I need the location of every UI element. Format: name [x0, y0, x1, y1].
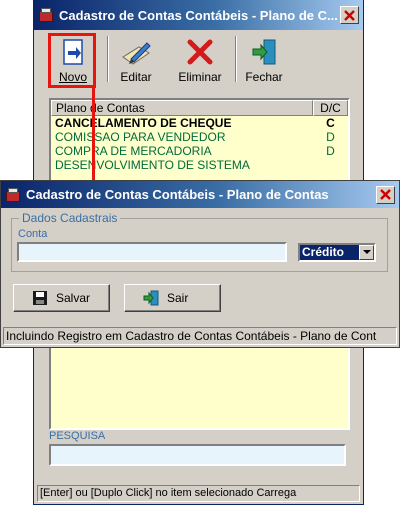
close-icon — [380, 189, 391, 200]
salvar-button[interactable]: Salvar — [13, 284, 110, 312]
column-header-plano[interactable]: Plano de Contas — [51, 100, 313, 116]
search-label: PESQUISA — [49, 430, 106, 442]
main-window-title: Cadastro de Contas Contábeis - Plano de … — [59, 7, 338, 23]
search-input[interactable] — [49, 444, 346, 466]
fechar-button[interactable]: Fechar — [237, 34, 291, 86]
conta-label: Conta — [18, 228, 48, 240]
novo-highlight-box — [48, 33, 96, 88]
cell-dc — [313, 158, 348, 172]
eliminar-label: Eliminar — [178, 70, 222, 84]
delete-x-icon — [183, 36, 217, 68]
cell-dc: D — [326, 130, 335, 144]
cell-dc: D — [326, 144, 335, 158]
table-row[interactable]: DESENVOLVIMENTO DE SISTEMA — [51, 158, 348, 172]
eliminar-button[interactable]: Eliminar — [168, 34, 232, 86]
dropdown-arrow-button[interactable] — [359, 245, 374, 260]
close-icon — [344, 9, 355, 21]
editar-button[interactable]: Editar — [109, 34, 163, 86]
save-disk-icon — [32, 290, 48, 306]
main-window-titlebar[interactable]: Cadastro de Contas Contábeis - Plano de … — [34, 0, 363, 30]
cell-conta: COMPRA DE MERCADORIA — [55, 144, 212, 158]
editar-label: Editar — [120, 70, 152, 84]
cell-dc: C — [326, 116, 335, 130]
dialog-window: Cadastro de Contas Contábeis - Plano de … — [0, 180, 400, 348]
group-label: Dados Cadastrais — [19, 211, 121, 225]
dialog-close-button[interactable] — [376, 185, 395, 204]
edit-pencil-icon — [119, 36, 153, 68]
dialog-status-bar: Incluindo Registro em Cadastro de Contas… — [3, 327, 397, 345]
exit-door-icon — [247, 36, 281, 68]
app-icon — [38, 7, 54, 23]
sair-button[interactable]: Sair — [124, 284, 221, 312]
app-icon — [5, 187, 21, 203]
salvar-label: Salvar — [56, 291, 91, 305]
fechar-label: Fechar — [245, 70, 283, 84]
status-bar: [Enter] ou [Duplo Click] no item selecio… — [37, 485, 360, 502]
close-button[interactable] — [340, 6, 359, 24]
annotation-arrow-line — [92, 86, 95, 188]
dc-select[interactable]: Crédito — [298, 243, 376, 262]
exit-door-icon — [143, 290, 159, 306]
dc-select-value: Crédito — [300, 245, 359, 260]
column-header-dc[interactable]: D/C — [313, 100, 348, 116]
dialog-title: Cadastro de Contas Contábeis - Plano de … — [26, 187, 329, 202]
sair-label: Sair — [167, 291, 189, 305]
cell-conta: DESENVOLVIMENTO DE SISTEMA — [55, 158, 250, 172]
conta-input[interactable] — [17, 242, 287, 262]
cell-conta: COMISSAO PARA VENDEDOR — [55, 130, 226, 144]
grid-header: Plano de Contas D/C — [51, 100, 348, 116]
cell-conta: CANCELAMENTO DE CHEQUE — [55, 116, 232, 130]
table-row[interactable]: CANCELAMENTO DE CHEQUE C — [51, 116, 348, 130]
table-row[interactable]: COMISSAO PARA VENDEDOR D — [51, 130, 348, 144]
table-row[interactable]: COMPRA DE MERCADORIA D — [51, 144, 348, 158]
chevron-down-icon — [362, 250, 371, 254]
dialog-titlebar[interactable]: Cadastro de Contas Contábeis - Plano de … — [1, 181, 399, 208]
